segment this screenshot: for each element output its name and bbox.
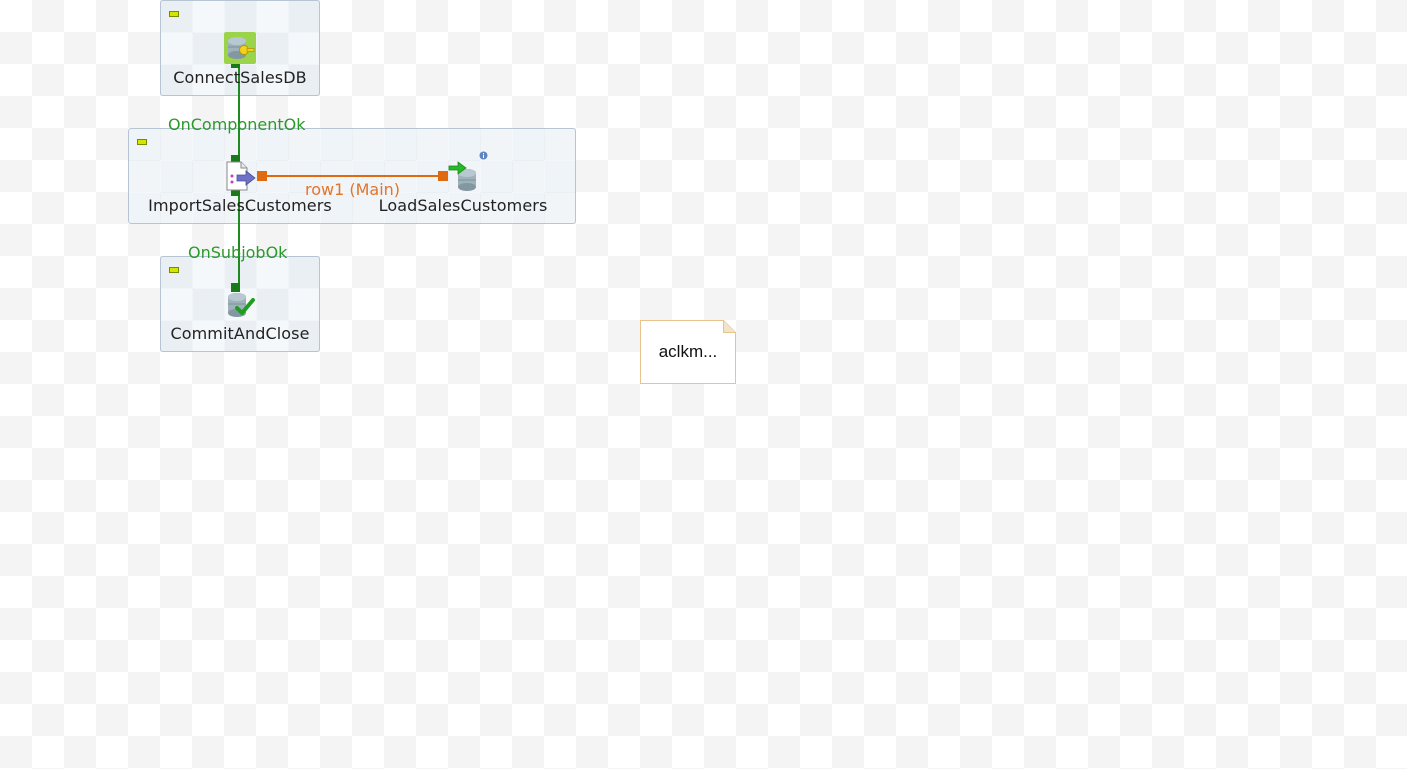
component-label-commit-and-close[interactable]: CommitAndClose xyxy=(170,324,309,343)
job-design-canvas[interactable]: ConnectSalesDB ImportSalesCustomers Load… xyxy=(0,0,1407,769)
sticky-note[interactable]: aclkm... xyxy=(640,320,736,384)
database-output-icon[interactable] xyxy=(448,160,480,192)
link-label-on-subjob-ok[interactable]: OnSubjobOk xyxy=(188,243,287,262)
note-text: aclkm... xyxy=(658,342,718,361)
component-label-load-sales-customers[interactable]: LoadSalesCustomers xyxy=(379,196,548,215)
file-input-icon[interactable] xyxy=(224,160,256,192)
link-label-row1-main[interactable]: row1 (Main) xyxy=(305,180,400,199)
info-icon[interactable] xyxy=(479,151,488,160)
component-label-connect-sales-db[interactable]: ConnectSalesDB xyxy=(173,68,306,87)
database-commit-icon[interactable] xyxy=(224,288,256,320)
main-output-connector[interactable] xyxy=(257,171,267,181)
link-label-on-component-ok[interactable]: OnComponentOk xyxy=(168,115,305,134)
database-connect-icon[interactable] xyxy=(224,32,256,64)
main-input-connector[interactable] xyxy=(438,171,448,181)
